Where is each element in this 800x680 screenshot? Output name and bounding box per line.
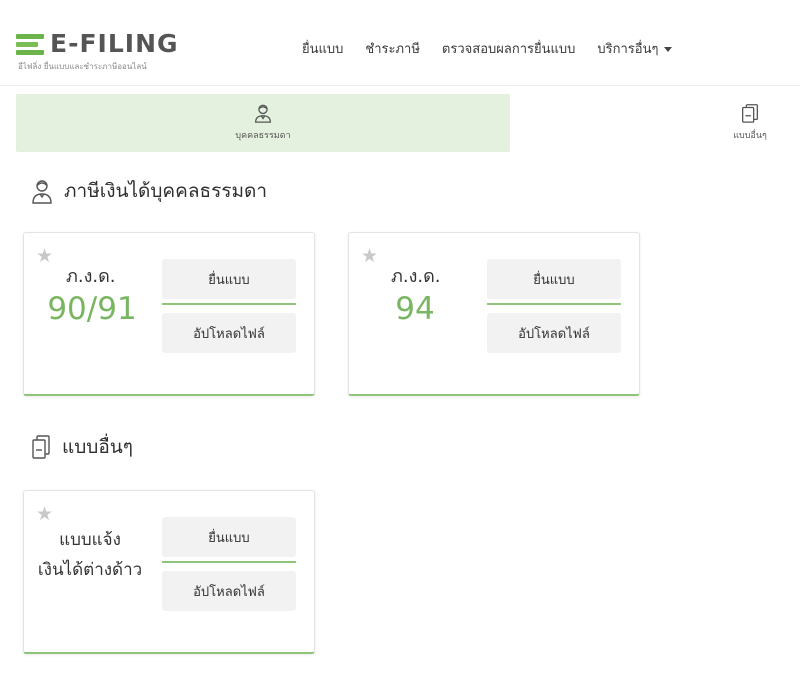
card-form-number: 90/91 — [47, 291, 137, 327]
card-form-title-line2: เงินได้ต่างด้าว — [37, 560, 143, 580]
card-foreign-income: ★ แบบแจ้ง เงินได้ต่างด้าว ยื่นแบบ อัปโหล… — [23, 490, 315, 654]
upload-file-button[interactable]: อัปโหลดไฟล์ — [162, 571, 296, 611]
section-other-forms: แบบอื่นๆ — [30, 432, 133, 462]
star-icon[interactable]: ★ — [36, 247, 53, 266]
nav-file-return[interactable]: ยื่นแบบ — [302, 38, 343, 59]
upload-file-button[interactable]: อัปโหลดไฟล์ — [162, 313, 296, 353]
logo-text: E-FILING — [50, 29, 179, 58]
person-icon — [255, 104, 271, 123]
document-icon — [742, 104, 758, 123]
site-header: E-FILING อีไฟลิ่ง ยื่นแบบและชำระภาษีออนไ… — [0, 0, 800, 86]
main-nav: ยื่นแบบ ชำระภาษี ตรวจสอบผลการยื่นแบบ บริ… — [302, 38, 673, 59]
file-return-button[interactable]: ยื่นแบบ — [162, 517, 296, 557]
star-icon[interactable]: ★ — [36, 505, 53, 524]
tab-other-forms-label: แบบอื่นๆ — [733, 131, 767, 141]
tab-personal[interactable]: บุคคลธรรมดา — [16, 94, 510, 152]
card-pnd-90-91: ★ ภ.ง.ด. 90/91 ยื่นแบบ อัปโหลดไฟล์ — [23, 232, 315, 396]
button-separator — [162, 303, 296, 305]
logo-mark-icon — [16, 32, 46, 56]
section-personal-tax: ภาษีเงินได้บุคคลธรรมดา — [30, 176, 267, 206]
section-other-forms-title: แบบอื่นๆ — [62, 436, 133, 458]
card-form-code: ภ.ง.ด. — [391, 266, 441, 287]
section-personal-tax-title: ภาษีเงินได้บุคคลธรรมดา — [64, 180, 268, 202]
tab-other-forms[interactable]: แบบอื่นๆ — [700, 94, 800, 152]
button-separator — [487, 303, 621, 305]
nav-other-services-label: บริการอื่นๆ — [597, 42, 659, 57]
file-return-button[interactable]: ยื่นแบบ — [162, 259, 296, 299]
logo-subtitle: อีไฟลิ่ง ยื่นแบบและชำระภาษีออนไลน์ — [18, 62, 147, 71]
category-tabs: บุคคลธรรมดา แบบอื่นๆ — [0, 92, 800, 154]
nav-check-status[interactable]: ตรวจสอบผลการยื่นแบบ — [442, 38, 575, 59]
caret-down-icon — [664, 47, 673, 52]
upload-file-button[interactable]: อัปโหลดไฟล์ — [487, 313, 621, 353]
e-filing-logo[interactable]: E-FILING อีไฟลิ่ง ยื่นแบบและชำระภาษีออนไ… — [16, 30, 186, 74]
star-icon[interactable]: ★ — [361, 247, 378, 266]
button-separator — [162, 561, 296, 563]
card-form-title-line1: แบบแจ้ง — [59, 530, 121, 550]
file-return-button[interactable]: ยื่นแบบ — [487, 259, 621, 299]
nav-other-services[interactable]: บริการอื่นๆ — [597, 38, 673, 59]
person-icon — [32, 180, 52, 204]
tab-personal-label: บุคคลธรรมดา — [235, 131, 291, 141]
nav-pay-tax[interactable]: ชำระภาษี — [365, 38, 420, 59]
document-icon — [32, 435, 50, 459]
card-form-number: 94 — [395, 291, 435, 327]
card-form-title: แบบแจ้ง เงินได้ต่างด้าว — [30, 525, 150, 585]
card-pnd-94: ★ ภ.ง.ด. 94 ยื่นแบบ อัปโหลดไฟล์ — [348, 232, 640, 396]
card-form-code: ภ.ง.ด. — [66, 266, 116, 287]
